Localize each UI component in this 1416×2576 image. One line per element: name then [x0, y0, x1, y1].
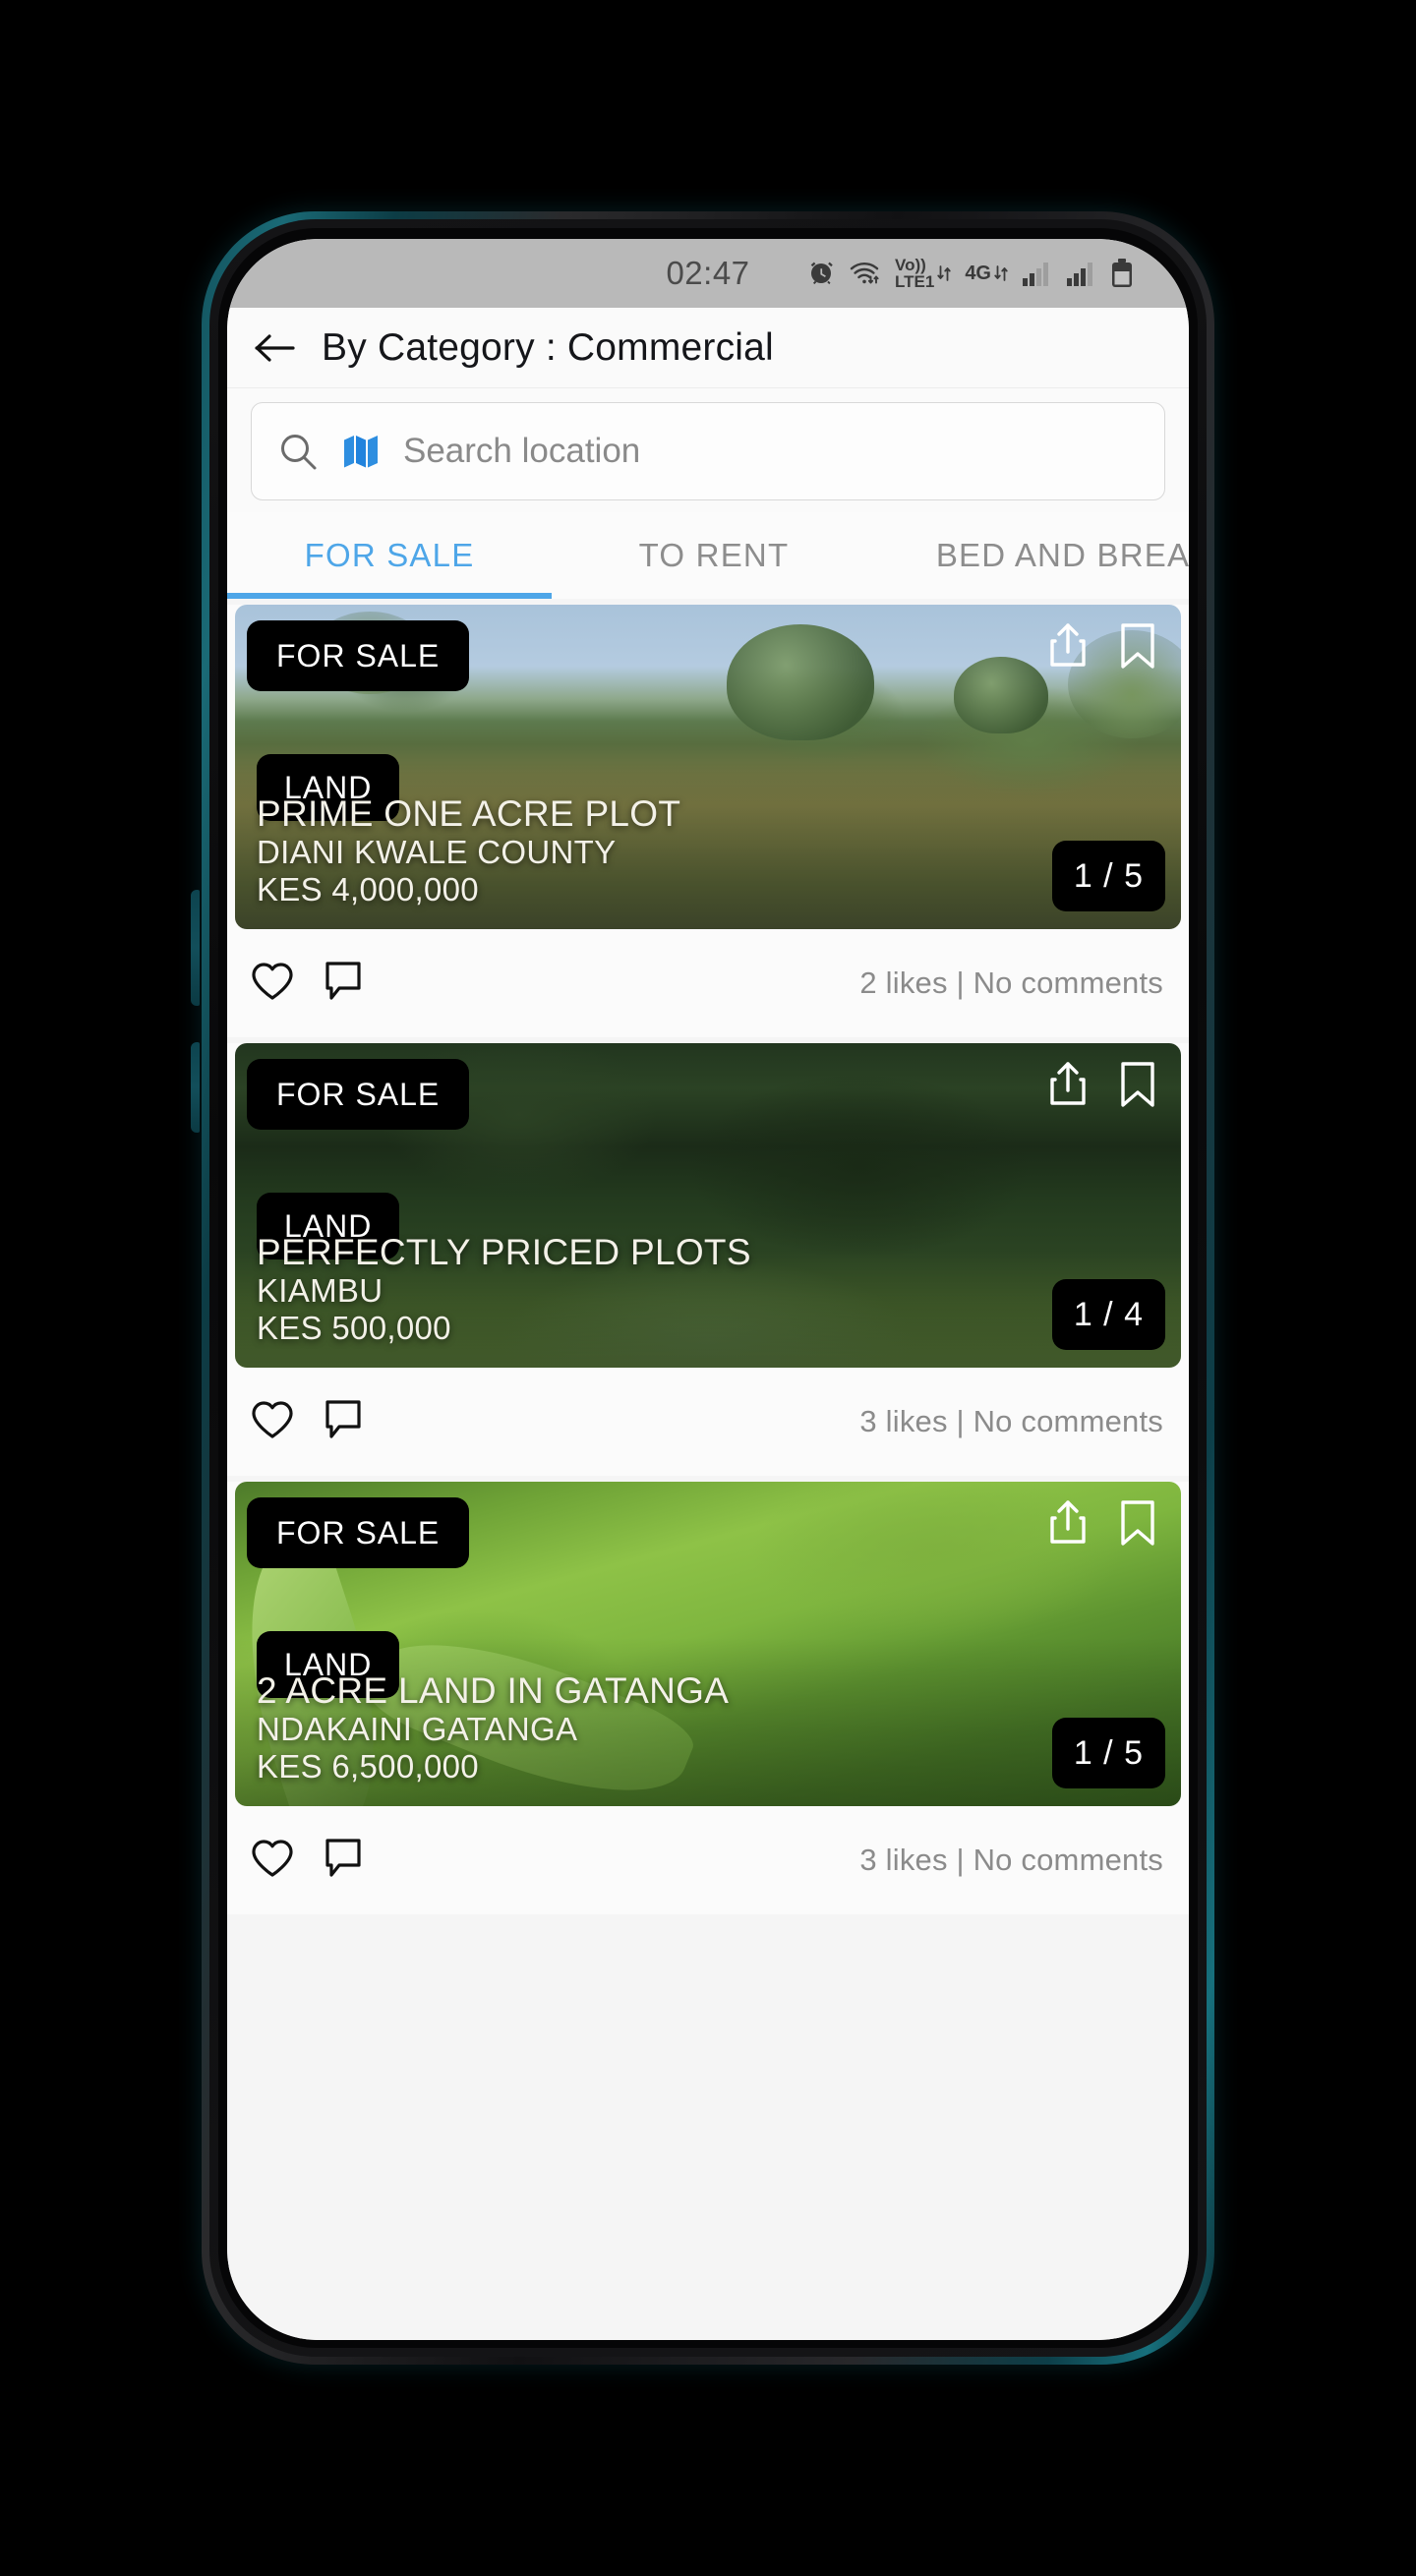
status-badge: FOR SALE [247, 1059, 470, 1130]
image-counter-badge: 1 / 5 [1051, 1718, 1165, 1788]
engagement-buttons [249, 959, 369, 1009]
like-heart-icon[interactable] [249, 1398, 296, 1446]
image-counter-badge: 1 / 5 [1051, 841, 1165, 911]
like-heart-icon[interactable] [249, 960, 296, 1008]
back-button[interactable] [253, 325, 298, 371]
share-icon[interactable] [1043, 620, 1092, 676]
status-badge: FOR SALE [247, 1497, 470, 1568]
network-4g-icon: 4G [965, 263, 1009, 285]
listing-price: KES 4,000,000 [257, 870, 479, 907]
comment-icon[interactable] [322, 1397, 369, 1447]
listing-image[interactable]: FOR SALE LAND [235, 1043, 1181, 1368]
like-heart-icon[interactable] [249, 1837, 296, 1885]
listing-details: PRIME ONE ACRE PLOT DIANI KWALE COUNTY K… [257, 793, 680, 907]
bookmark-icon[interactable] [1116, 1059, 1159, 1115]
power-button[interactable] [191, 1042, 200, 1133]
likes-comments-text: 3 likes | No comments [859, 1404, 1163, 1438]
tab-bed-and-breakfast-label: BED AND BREA [935, 537, 1189, 573]
status-badge: FOR SALE [247, 620, 470, 691]
comment-icon[interactable] [322, 1836, 369, 1886]
listing-card[interactable]: FOR SALE LAND [227, 1482, 1189, 1914]
image-action-buttons [1043, 620, 1159, 676]
listing-feed[interactable]: FOR SALE LAND 1 / 5 PRIME ONE ACRE PLOT … [227, 599, 1189, 2340]
tab-bed-and-breakfast[interactable]: BED AND BREA [876, 512, 1189, 599]
map-icon [344, 436, 378, 468]
listing-footer: 3 likes | No comments [227, 1368, 1189, 1476]
listing-title: PRIME ONE ACRE PLOT [257, 792, 681, 834]
tab-to-rent[interactable]: TO RENT [552, 512, 876, 599]
likes-comments-text: 2 likes | No comments [859, 966, 1163, 1000]
listing-price: KES 6,500,000 [257, 1747, 479, 1785]
bookmark-icon[interactable] [1116, 1497, 1159, 1553]
page-title: By Category : Commercial [322, 325, 774, 369]
listing-footer: 3 likes | No comments [227, 1806, 1189, 1914]
image-action-buttons [1043, 1059, 1159, 1115]
comment-icon[interactable] [322, 959, 369, 1009]
bookmark-icon[interactable] [1116, 620, 1159, 676]
tab-to-rent-label: TO RENT [638, 537, 790, 573]
wifi-icon [849, 260, 882, 287]
volte-data-arrows-icon [937, 265, 952, 281]
listing-location: NDAKAINI GATANGA [257, 1711, 578, 1748]
tab-for-sale-label: FOR SALE [304, 537, 475, 573]
listing-card[interactable]: FOR SALE LAND [227, 605, 1189, 1037]
volte-icon: Vo)) LTE1 [895, 257, 952, 290]
listing-price: KES 500,000 [257, 1309, 451, 1346]
image-action-buttons [1043, 1497, 1159, 1553]
search-bar-container: Search location [227, 388, 1189, 512]
listing-card[interactable]: FOR SALE LAND [227, 1043, 1189, 1476]
listing-title: 2 ACRE LAND IN GATANGA [257, 1669, 730, 1711]
listing-title: PERFECTLY PRICED PLOTS [257, 1231, 751, 1272]
listing-details: 2 ACRE LAND IN GATANGA NDAKAINI GATANGA … [257, 1670, 729, 1785]
listing-image[interactable]: FOR SALE LAND [235, 1482, 1181, 1806]
volume-button[interactable] [191, 890, 200, 1006]
app-header: By Category : Commercial [227, 308, 1189, 388]
search-icon [281, 435, 317, 470]
listing-image[interactable]: FOR SALE LAND [235, 605, 1181, 929]
device-viewport: 02:47 Vo)) LTE1 4G By Category: Commerc… [227, 239, 1189, 2340]
network-4g-label: 4G [965, 262, 991, 284]
engagement-buttons [249, 1397, 369, 1447]
category-tabs: FOR SALE TO RENT BED AND BREA [227, 512, 1189, 599]
listing-footer: 2 likes | No comments [227, 929, 1189, 1037]
alarm-icon [806, 259, 836, 288]
volte-line2: LTE1 [895, 272, 935, 291]
image-counter-badge: 1 / 4 [1051, 1279, 1165, 1350]
screenshot-root: 02:47 Vo)) LTE1 4G By Category: Commerc… [0, 0, 1416, 2576]
battery-icon [1110, 259, 1134, 288]
likes-comments-text: 3 likes | No comments [859, 1843, 1163, 1877]
status-bar: 02:47 Vo)) LTE1 4G [227, 239, 1189, 308]
search-input-placeholder: Search location [403, 432, 641, 470]
network-data-arrows-icon [994, 265, 1008, 281]
signal-bars-sim2-icon [1066, 260, 1097, 287]
tab-for-sale[interactable]: FOR SALE [227, 512, 552, 599]
volte-line1: Vo)) [895, 256, 926, 274]
status-bar-icons: Vo)) LTE1 4G [806, 257, 1134, 290]
engagement-buttons [249, 1836, 369, 1886]
listing-location: DIANI KWALE COUNTY [257, 834, 617, 871]
listing-details: PERFECTLY PRICED PLOTS KIAMBU KES 500,00… [257, 1232, 751, 1346]
share-icon[interactable] [1043, 1059, 1092, 1115]
listing-location: KIAMBU [257, 1272, 384, 1310]
back-arrow-icon [255, 333, 295, 362]
signal-bars-sim1-icon [1022, 260, 1053, 287]
share-icon[interactable] [1043, 1497, 1092, 1553]
search-input[interactable]: Search location [251, 402, 1165, 500]
